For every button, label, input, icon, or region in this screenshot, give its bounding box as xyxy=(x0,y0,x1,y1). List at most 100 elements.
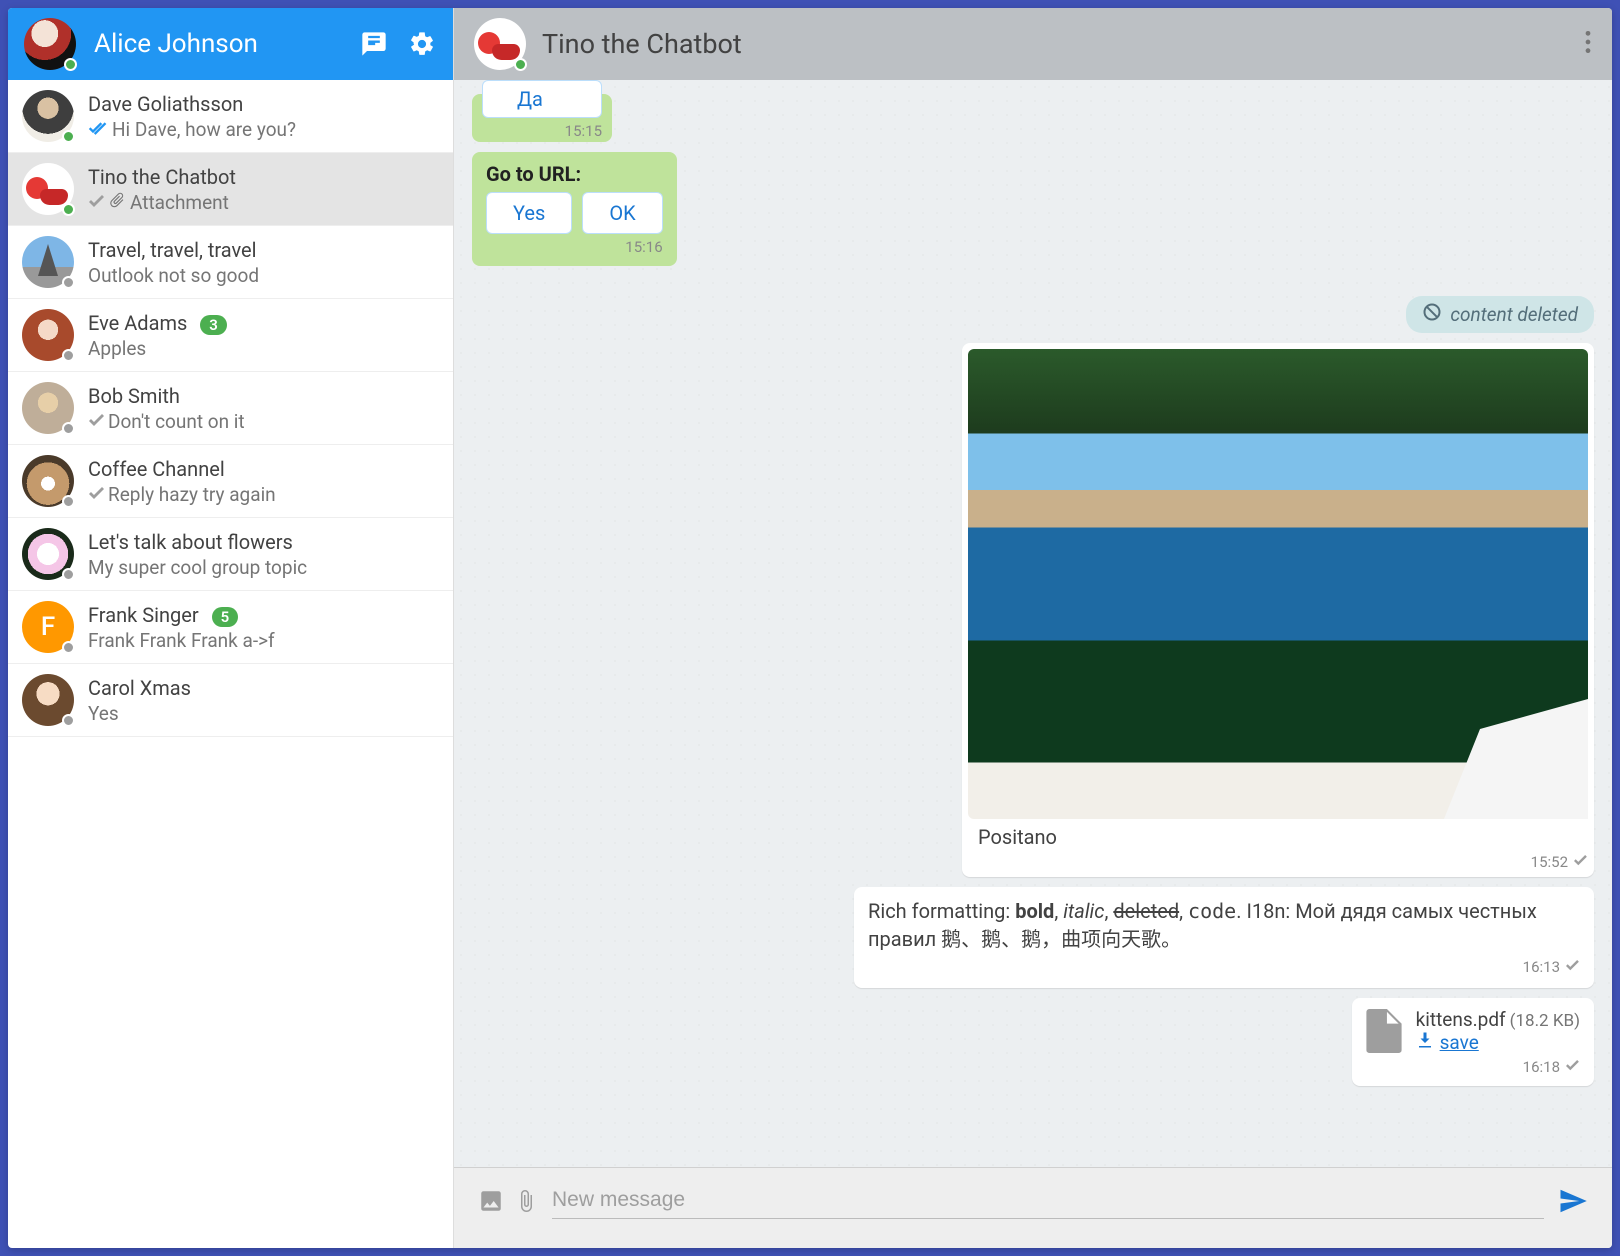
more-icon[interactable] xyxy=(1584,29,1592,59)
chat-item-tino[interactable]: Tino the Chatbot Attachment xyxy=(8,153,453,226)
send-icon[interactable] xyxy=(1558,1186,1588,1220)
chat-title: Travel, travel, travel xyxy=(88,238,439,262)
chat-preview: Apples xyxy=(88,337,439,360)
sent-receipt-icon xyxy=(1564,957,1580,978)
sent-receipt-icon xyxy=(88,191,104,214)
chat-item-dave[interactable]: Dave Goliathsson Hi Dave, how are you? xyxy=(8,80,453,153)
message-text: Rich formatting: bold, italic, deleted, … xyxy=(868,899,1537,951)
deleted-pill: content deleted xyxy=(1406,296,1594,333)
status-dot xyxy=(62,349,75,362)
conversation-pane: Tino the Chatbot Да 15:15 Go to URL: Yes… xyxy=(454,8,1612,1248)
chat-item-eve[interactable]: Eve Adams 3 Apples xyxy=(8,299,453,372)
status-dot xyxy=(514,58,527,71)
topic-bar: Tino the Chatbot xyxy=(454,8,1612,80)
status-dot xyxy=(62,641,75,654)
status-dot xyxy=(62,130,75,143)
avatar xyxy=(22,236,74,288)
file-size: (18.2 KB) xyxy=(1510,1011,1580,1031)
topic-avatar[interactable] xyxy=(474,18,526,70)
image-attach-icon[interactable] xyxy=(478,1188,504,1218)
status-dot xyxy=(62,422,75,435)
chat-item-carol[interactable]: Carol Xmas Yes xyxy=(8,664,453,737)
chat-preview: Yes xyxy=(88,702,439,725)
status-dot xyxy=(62,495,75,508)
self-name: Alice Johnson xyxy=(94,29,359,59)
chat-list: Dave Goliathsson Hi Dave, how are you? T… xyxy=(8,80,453,1248)
chat-item-coffee[interactable]: Coffee Channel Reply hazy try again xyxy=(8,445,453,518)
chat-item-travel[interactable]: Travel, travel, travel Outlook not so go… xyxy=(8,226,453,299)
avatar xyxy=(22,90,74,142)
message-out: Positano 15:52 xyxy=(472,343,1594,877)
status-dot xyxy=(62,276,75,289)
status-dot xyxy=(62,203,75,216)
download-icon xyxy=(1416,1031,1434,1054)
avatar xyxy=(22,528,74,580)
message-input[interactable] xyxy=(552,1188,1544,1212)
message-time: 15:15 xyxy=(482,122,602,140)
self-avatar[interactable] xyxy=(24,18,76,70)
read-receipt-icon xyxy=(88,118,108,141)
chat-title: Eve Adams 3 xyxy=(88,311,439,335)
topic-title: Tino the Chatbot xyxy=(542,28,1584,60)
status-dot xyxy=(62,714,75,727)
status-dot xyxy=(62,568,75,581)
sent-receipt-icon xyxy=(88,483,104,506)
chat-preview: Outlook not so good xyxy=(88,264,439,287)
avatar: F xyxy=(22,601,74,653)
messages-scroll[interactable]: Да 15:15 Go to URL: Yes OK 15:16 xyxy=(454,80,1612,1167)
message-time: 16:18 xyxy=(1366,1058,1580,1076)
chat-title: Tino the Chatbot xyxy=(88,165,439,189)
settings-icon[interactable] xyxy=(407,29,437,59)
attachment-icon xyxy=(108,191,126,214)
chat-title: Let's talk about flowers xyxy=(88,530,439,554)
sidebar: Alice Johnson Dave Goliathsson xyxy=(8,8,454,1248)
deleted-indicator-row: content deleted xyxy=(472,296,1594,333)
reply-button-ok[interactable]: OK xyxy=(582,192,662,234)
avatar xyxy=(22,309,74,361)
avatar xyxy=(22,674,74,726)
message-time: 15:52 xyxy=(968,853,1588,871)
save-file-link[interactable]: save xyxy=(1416,1031,1580,1054)
chat-title: Dave Goliathsson xyxy=(88,92,439,116)
sent-receipt-icon xyxy=(1572,853,1588,871)
avatar xyxy=(22,382,74,434)
chat-title: Bob Smith xyxy=(88,384,439,408)
unread-badge: 5 xyxy=(212,607,239,627)
message-time: 15:16 xyxy=(486,238,663,256)
file-attach-icon[interactable] xyxy=(514,1188,538,1218)
chat-item-bob[interactable]: Bob Smith Don't count on it xyxy=(8,372,453,445)
file-name: kittens.pdf xyxy=(1416,1008,1506,1031)
chat-item-frank[interactable]: F Frank Singer 5 Frank Frank Frank a->f xyxy=(8,591,453,664)
chat-preview: Don't count on it xyxy=(88,410,439,433)
composer xyxy=(454,1167,1612,1248)
chat-preview: Hi Dave, how are you? xyxy=(88,118,439,141)
message-in: Go to URL: Yes OK 15:16 xyxy=(472,152,1594,266)
blocked-icon xyxy=(1422,302,1442,327)
message-in: Да 15:15 xyxy=(472,94,1594,142)
file-icon xyxy=(1366,1009,1402,1053)
reply-button-yes[interactable]: Yes xyxy=(486,192,572,234)
reply-button[interactable]: Да xyxy=(482,80,602,118)
message-time: 16:13 xyxy=(868,957,1580,978)
chat-preview: Reply hazy try again xyxy=(88,483,439,506)
chat-title: Frank Singer 5 xyxy=(88,603,439,627)
chat-item-flowers[interactable]: Let's talk about flowers My super cool g… xyxy=(8,518,453,591)
chat-title: Carol Xmas xyxy=(88,676,439,700)
sent-receipt-icon xyxy=(1564,1058,1580,1076)
avatar xyxy=(22,455,74,507)
chat-preview: My super cool group topic xyxy=(88,556,439,579)
avatar xyxy=(22,163,74,215)
self-status-dot xyxy=(64,58,77,71)
new-chat-icon[interactable] xyxy=(359,29,389,59)
chat-preview: Attachment xyxy=(88,191,439,214)
message-out: Rich formatting: bold, italic, deleted, … xyxy=(472,887,1594,988)
sidebar-header: Alice Johnson xyxy=(8,8,453,80)
sent-receipt-icon xyxy=(88,410,104,433)
chat-title: Coffee Channel xyxy=(88,457,439,481)
unread-badge: 3 xyxy=(200,315,227,335)
image-caption: Positano xyxy=(968,819,1588,849)
message-title: Go to URL: xyxy=(486,162,663,186)
message-image[interactable] xyxy=(968,349,1588,819)
chat-preview: Frank Frank Frank a->f xyxy=(88,629,439,652)
message-out: kittens.pdf (18.2 KB) save xyxy=(472,998,1594,1086)
